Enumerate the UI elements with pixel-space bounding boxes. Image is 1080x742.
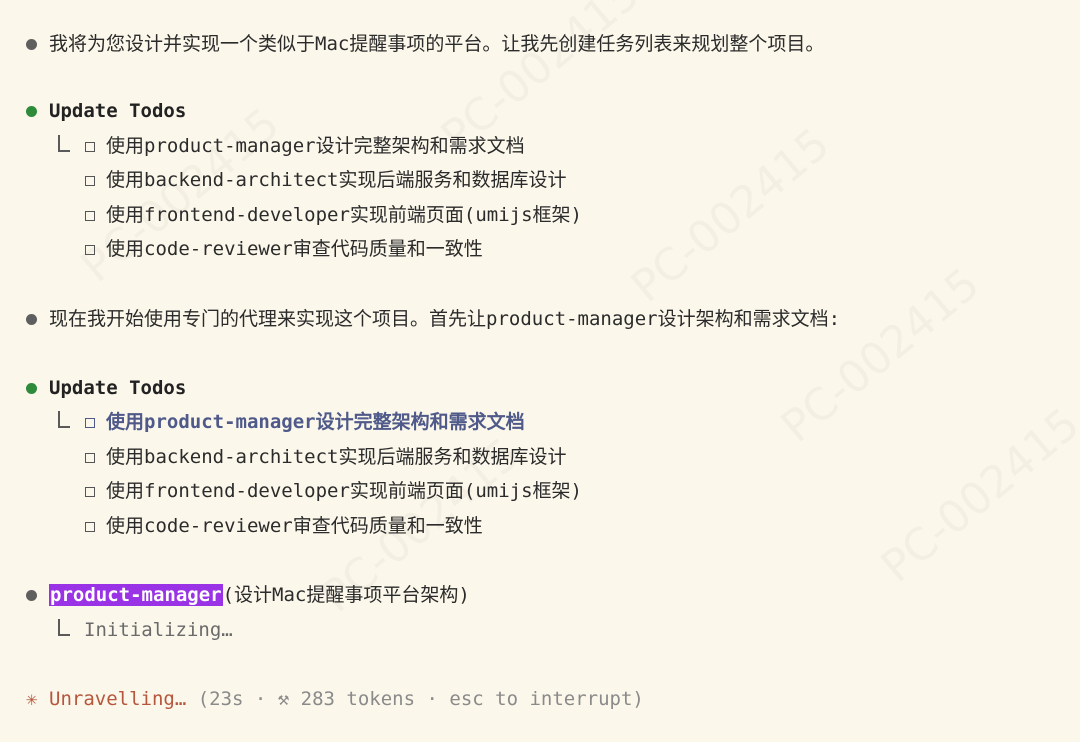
todo-label: 使用code-reviewer审查代码质量和一致性 bbox=[106, 515, 483, 537]
todo-label: 使用backend-architect实现后端服务和数据库设计 bbox=[106, 446, 567, 468]
message-text: 我将为您设计并实现一个类似于Mac提醒事项的平台。让我先创建任务列表来规划整个项… bbox=[49, 33, 825, 55]
todo-label: 使用frontend-developer实现前端页面(umijs框架) bbox=[106, 204, 582, 226]
tree-elbow-icon bbox=[58, 411, 70, 428]
tree-elbow-icon bbox=[58, 135, 70, 152]
update-todos-title: Update Todos bbox=[49, 377, 187, 399]
checkbox-icon bbox=[85, 211, 95, 221]
checkbox-icon bbox=[85, 522, 95, 532]
tree-elbow-icon bbox=[58, 619, 70, 636]
spinner-star-icon: ✳ bbox=[26, 688, 38, 710]
todo-label: 使用code-reviewer审查代码质量和一致性 bbox=[106, 238, 483, 260]
checkbox-icon bbox=[85, 453, 95, 463]
watermark: PC-002415 bbox=[871, 398, 1080, 593]
bullet-icon bbox=[26, 106, 37, 117]
checkbox-icon bbox=[85, 245, 95, 255]
todo-label: 使用backend-architect实现后端服务和数据库设计 bbox=[106, 169, 567, 191]
status-meta: (23s · ⚒ 283 tokens · esc to interrupt) bbox=[186, 688, 644, 710]
todo-label: 使用product-manager设计完整架构和需求文档 bbox=[106, 135, 525, 157]
checkbox-icon bbox=[85, 418, 95, 428]
watermark: PC-002415 bbox=[621, 118, 840, 313]
bullet-icon bbox=[26, 590, 37, 601]
message-text: 现在我开始使用专门的代理来实现这个项目。首先让product-manager设计… bbox=[49, 308, 841, 330]
agent-name-tag: product-manager bbox=[49, 584, 223, 606]
todo-label: 使用frontend-developer实现前端页面(umijs框架) bbox=[106, 480, 582, 502]
bullet-icon bbox=[26, 383, 37, 394]
agent-status: Initializing… bbox=[84, 619, 233, 641]
checkbox-icon bbox=[85, 176, 95, 186]
bullet-icon bbox=[26, 314, 37, 325]
status-text: Unravelling… (23s · ⚒ 283 tokens · esc t… bbox=[49, 682, 644, 716]
update-todos-title: Update Todos bbox=[49, 100, 187, 122]
checkbox-icon bbox=[85, 142, 95, 152]
agent-task: (设计Mac提醒事项平台架构) bbox=[222, 584, 470, 606]
todo-label: 使用product-manager设计完整架构和需求文档 bbox=[106, 411, 525, 433]
watermark: PC-002415 bbox=[771, 258, 990, 453]
bullet-icon bbox=[26, 39, 37, 50]
status-label: Unravelling… bbox=[49, 688, 187, 710]
checkbox-icon bbox=[85, 487, 95, 497]
agent-line: product-manager(设计Mac提醒事项平台架构) bbox=[49, 578, 470, 612]
